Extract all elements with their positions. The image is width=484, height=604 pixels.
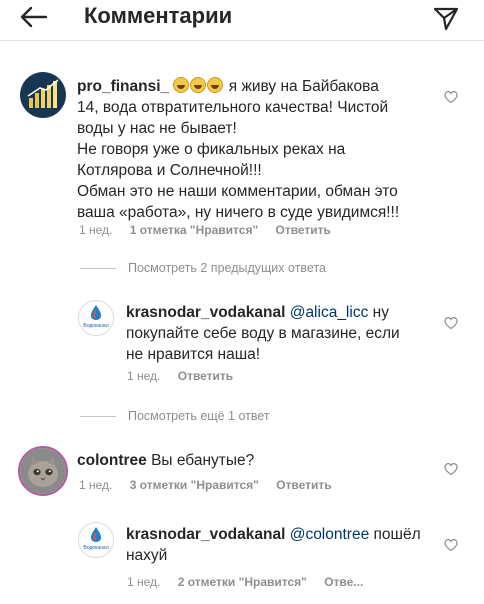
comment-text-line: Котлярова и Солнечной!!!	[77, 162, 262, 179]
comment-text-line: не нравится наша!	[126, 346, 261, 363]
avatar-krasnodar-vodakanal[interactable]: Водоканал	[78, 300, 114, 336]
page-title: Комментарии	[84, 3, 233, 28]
reply-button[interactable]: Отве...	[324, 575, 363, 589]
comment-username[interactable]: pro_finansi_	[77, 78, 169, 95]
comment-body: krasnodar_vodakanal @colontree пошёл нах…	[126, 524, 438, 566]
comment-time: 1 нед.	[79, 478, 113, 492]
comment-username[interactable]: colontree	[77, 452, 147, 469]
bar-chart-logo-icon	[21, 73, 65, 117]
comment-text-line: пошёл	[373, 526, 421, 543]
comment-text-line: 14, вода отвратительного качества! Чисто…	[77, 99, 389, 116]
view-more-replies[interactable]: Посмотреть ещё 1 ответ	[128, 409, 270, 423]
avatar-colontree[interactable]	[18, 446, 68, 496]
comment-text-line: я живу на Байбакова	[228, 78, 379, 95]
reply-button[interactable]: Ответить	[275, 223, 330, 237]
laughing-emoji-icon	[173, 77, 224, 95]
comment-body: krasnodar_vodakanal @alica_licc ну покуп…	[126, 302, 438, 365]
likes-count[interactable]: 1 отметка "Нравится"	[130, 223, 258, 237]
comment-mention[interactable]: @alica_licc	[290, 304, 369, 321]
comment-line: colontree Вы ебанутые?	[77, 450, 437, 471]
water-drop-logo-icon: Водоканал	[83, 527, 109, 551]
like-button[interactable]	[444, 462, 458, 476]
comment-text-line: Вы ебанутые?	[151, 452, 255, 469]
heart-icon	[444, 316, 458, 330]
send-icon	[433, 7, 459, 31]
likes-count[interactable]: 2 отметки "Нравится"	[178, 575, 307, 589]
like-button[interactable]	[444, 316, 458, 330]
comment-time: 1 нед.	[79, 223, 113, 237]
view-previous-replies[interactable]: Посмотреть 2 предыдущих ответа	[128, 261, 326, 275]
comment-time: 1 нед.	[127, 575, 161, 589]
comment-line: krasnodar_vodakanal @colontree пошёл	[126, 524, 438, 545]
comment-text-line: Обман это не наши комментарии, обман это	[77, 183, 398, 200]
comment-meta: 1 нед. 1 отметка "Нравится" Ответить	[79, 223, 345, 237]
comment-text-line: воды у нас не бывает!	[77, 120, 237, 137]
comment-body: pro_finansi_ я живу на Байбакова 14, вод…	[77, 76, 437, 223]
comment-text-line: Не говоря уже о фикальных реках на	[77, 141, 346, 158]
comment-time: 1 нед.	[127, 369, 161, 383]
header: Комментарии	[0, 0, 484, 41]
water-drop-logo-icon: Водоканал	[83, 305, 109, 329]
comment-line: pro_finansi_ я живу на Байбакова	[77, 76, 437, 97]
comment-text-line: ну	[372, 304, 389, 321]
comment-meta: 1 нед. Ответить	[127, 369, 247, 383]
comment-text-line: покупайте себе воду в магазине, если	[126, 325, 400, 342]
comment-username[interactable]: krasnodar_vodakanal	[126, 304, 285, 321]
likes-count[interactable]: 3 отметки "Нравится"	[130, 478, 259, 492]
like-button[interactable]	[444, 538, 458, 552]
heart-icon	[444, 462, 458, 476]
avatar-logo-text: Водоканал	[83, 323, 108, 329]
thread-divider	[80, 416, 116, 417]
heart-icon	[444, 538, 458, 552]
like-button[interactable]	[444, 90, 458, 104]
comment-text-line: нахуй	[126, 547, 168, 564]
comment-body: colontree Вы ебанутые?	[77, 450, 437, 471]
comment-line: krasnodar_vodakanal @alica_licc ну	[126, 302, 438, 323]
comment-username[interactable]: krasnodar_vodakanal	[126, 526, 285, 543]
avatar-logo-text: Водоканал	[83, 545, 108, 551]
thread-divider	[80, 268, 116, 269]
avatar-krasnodar-vodakanal[interactable]: Водоканал	[78, 522, 114, 558]
arrow-left-icon	[20, 6, 48, 28]
cat-photo-icon	[20, 448, 66, 494]
back-button[interactable]	[18, 5, 50, 29]
reply-button[interactable]: Ответить	[178, 369, 233, 383]
heart-icon	[444, 90, 458, 104]
comment-mention[interactable]: @colontree	[290, 526, 370, 543]
comment-meta: 1 нед. 2 отметки "Нравится" Отве...	[127, 575, 377, 589]
reply-button[interactable]: Ответить	[276, 478, 331, 492]
send-button[interactable]	[432, 4, 460, 32]
comment-meta: 1 нед. 3 отметки "Нравится" Ответить	[79, 478, 346, 492]
avatar-pro-finansi[interactable]	[20, 72, 66, 118]
comment-text-line: ваша «работа», ну ничего в суде увидимся…	[77, 204, 400, 221]
